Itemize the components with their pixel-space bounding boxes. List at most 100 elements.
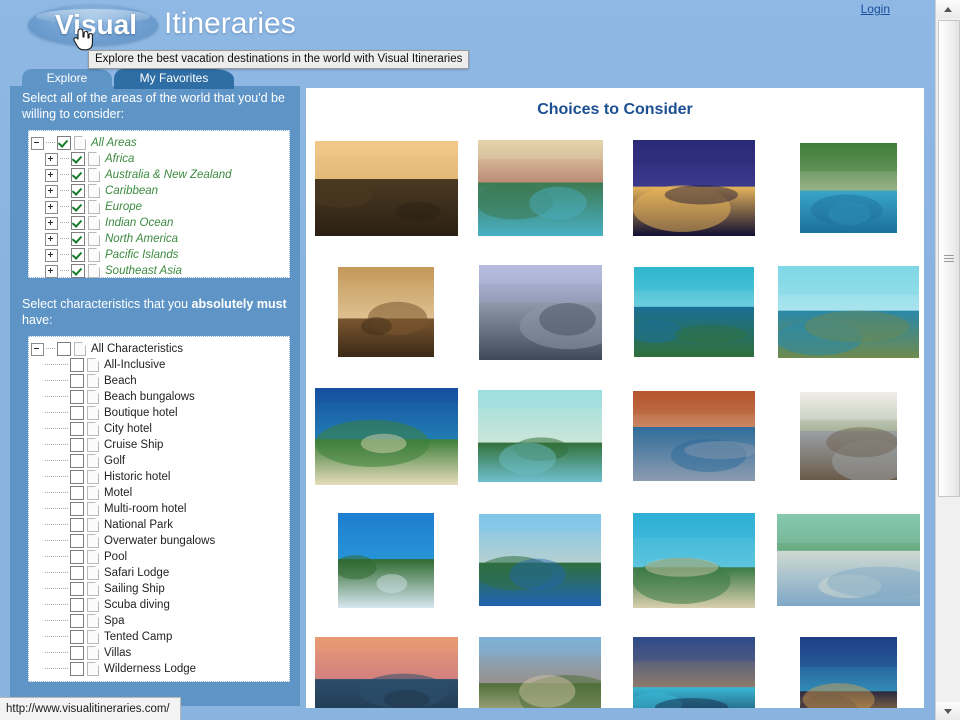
destination-thumbnail[interactable] [799,392,897,480]
characteristic-node[interactable]: Safari Lodge [31,565,287,581]
characteristic-checkbox[interactable] [70,646,84,660]
thumbnail-cell[interactable] [312,126,460,250]
scroll-down-icon[interactable] [936,702,960,720]
region-checkbox[interactable] [71,152,85,166]
collapse-icon[interactable] [31,136,44,150]
destination-thumbnail[interactable] [634,267,754,357]
characteristic-checkbox[interactable] [70,534,84,548]
region-node[interactable]: North America [31,231,287,247]
characteristic-node[interactable]: Pool [31,549,287,565]
characteristic-checkbox[interactable] [70,390,84,404]
characteristic-node[interactable]: All Characteristics [31,341,287,357]
thumbnail-cell[interactable] [620,622,768,708]
thumbnail-cell[interactable] [774,126,922,250]
destination-thumbnail[interactable] [338,267,434,357]
collapse-icon[interactable] [31,342,44,356]
region-node[interactable]: Pacific Islands [31,247,287,263]
characteristic-checkbox[interactable] [70,406,84,420]
thumbnail-cell[interactable] [312,498,460,622]
characteristic-node[interactable]: All-Inclusive [31,357,287,373]
characteristic-node[interactable]: City hotel [31,421,287,437]
region-node[interactable]: All Areas [31,135,287,151]
thumbnail-cell[interactable] [620,374,768,498]
login-link[interactable]: Login [861,2,890,16]
destination-thumbnail[interactable] [777,266,919,358]
characteristic-node[interactable]: Wilderness Lodge [31,661,287,677]
characteristic-checkbox[interactable] [70,518,84,532]
characteristic-checkbox[interactable] [70,358,84,372]
characteristic-checkbox[interactable] [70,454,84,468]
expand-icon[interactable] [45,184,58,198]
characteristic-node[interactable]: Beach bungalows [31,389,287,405]
destination-thumbnail[interactable] [338,512,434,608]
characteristic-node[interactable]: Historic hotel [31,469,287,485]
characteristic-node[interactable]: Beach [31,373,287,389]
characteristic-checkbox[interactable] [70,438,84,452]
region-node[interactable]: Indian Ocean [31,215,287,231]
page-scrollbar[interactable] [935,0,960,720]
expand-icon[interactable] [45,152,58,166]
region-checkbox[interactable] [71,184,85,198]
thumbnail-cell[interactable] [466,498,614,622]
region-checkbox[interactable] [71,168,85,182]
characteristic-node[interactable]: Overwater bungalows [31,533,287,549]
thumbnail-cell[interactable] [466,126,614,250]
region-node[interactable]: Southeast Asia [31,263,287,279]
expand-icon[interactable] [45,264,58,278]
destination-thumbnail[interactable] [479,514,601,606]
thumbnail-cell[interactable] [466,374,614,498]
expand-icon[interactable] [45,168,58,182]
characteristic-checkbox[interactable] [70,662,84,676]
tab-explore[interactable]: Explore [22,69,112,89]
thumbnail-cell[interactable] [774,250,922,374]
characteristic-checkbox[interactable] [70,422,84,436]
thumbnail-cell[interactable] [312,250,460,374]
region-node[interactable]: Australia & New Zealand [31,167,287,183]
thumbnail-cell[interactable] [774,622,922,708]
characteristic-checkbox[interactable] [70,374,84,388]
destination-thumbnail[interactable] [314,636,458,708]
expand-icon[interactable] [45,248,58,262]
characteristic-checkbox[interactable] [70,486,84,500]
thumbnail-cell[interactable] [774,498,922,622]
characteristic-node[interactable]: Cruise Ship [31,437,287,453]
thumbnail-cell[interactable] [774,374,922,498]
characteristic-node[interactable]: Boutique hotel [31,405,287,421]
regions-tree[interactable]: All Areas Africa Australia & New Zealand Ca… [28,130,290,278]
characteristic-node[interactable]: Motel [31,485,287,501]
destination-thumbnail[interactable] [477,140,603,236]
characteristic-node[interactable]: Spa [31,613,287,629]
destination-thumbnail[interactable] [633,512,755,608]
expand-icon[interactable] [45,200,58,214]
thumbnail-cell[interactable] [312,622,460,708]
region-checkbox[interactable] [71,264,85,278]
destination-thumbnail[interactable] [799,636,897,708]
region-checkbox[interactable] [71,200,85,214]
thumbnail-cell[interactable] [466,622,614,708]
characteristic-node[interactable]: Sailing Ship [31,581,287,597]
characteristic-checkbox[interactable] [57,342,71,356]
characteristic-node[interactable]: Golf [31,453,287,469]
scroll-up-icon[interactable] [936,0,960,18]
thumbnail-cell[interactable] [620,250,768,374]
destination-thumbnail[interactable] [314,387,458,485]
characteristic-checkbox[interactable] [70,614,84,628]
destination-thumbnail[interactable] [479,636,601,708]
characteristic-checkbox[interactable] [70,550,84,564]
characteristic-checkbox[interactable] [70,630,84,644]
characteristic-node[interactable]: Multi-room hotel [31,501,287,517]
thumbnail-cell[interactable] [312,374,460,498]
destination-thumbnail[interactable] [478,264,602,360]
characteristic-node[interactable]: Scuba diving [31,597,287,613]
region-node[interactable]: Africa [31,151,287,167]
destination-thumbnail[interactable] [633,391,755,481]
destination-thumbnail[interactable] [776,514,920,606]
thumbnail-cell[interactable] [620,126,768,250]
destination-thumbnail[interactable] [799,143,897,233]
expand-icon[interactable] [45,232,58,246]
scrollbar-thumb[interactable] [938,20,960,497]
characteristics-tree[interactable]: All Characteristics All-Inclusive Beach Bea… [28,336,290,682]
region-checkbox[interactable] [71,232,85,246]
expand-icon[interactable] [45,216,58,230]
characteristic-node[interactable]: Villas [31,645,287,661]
